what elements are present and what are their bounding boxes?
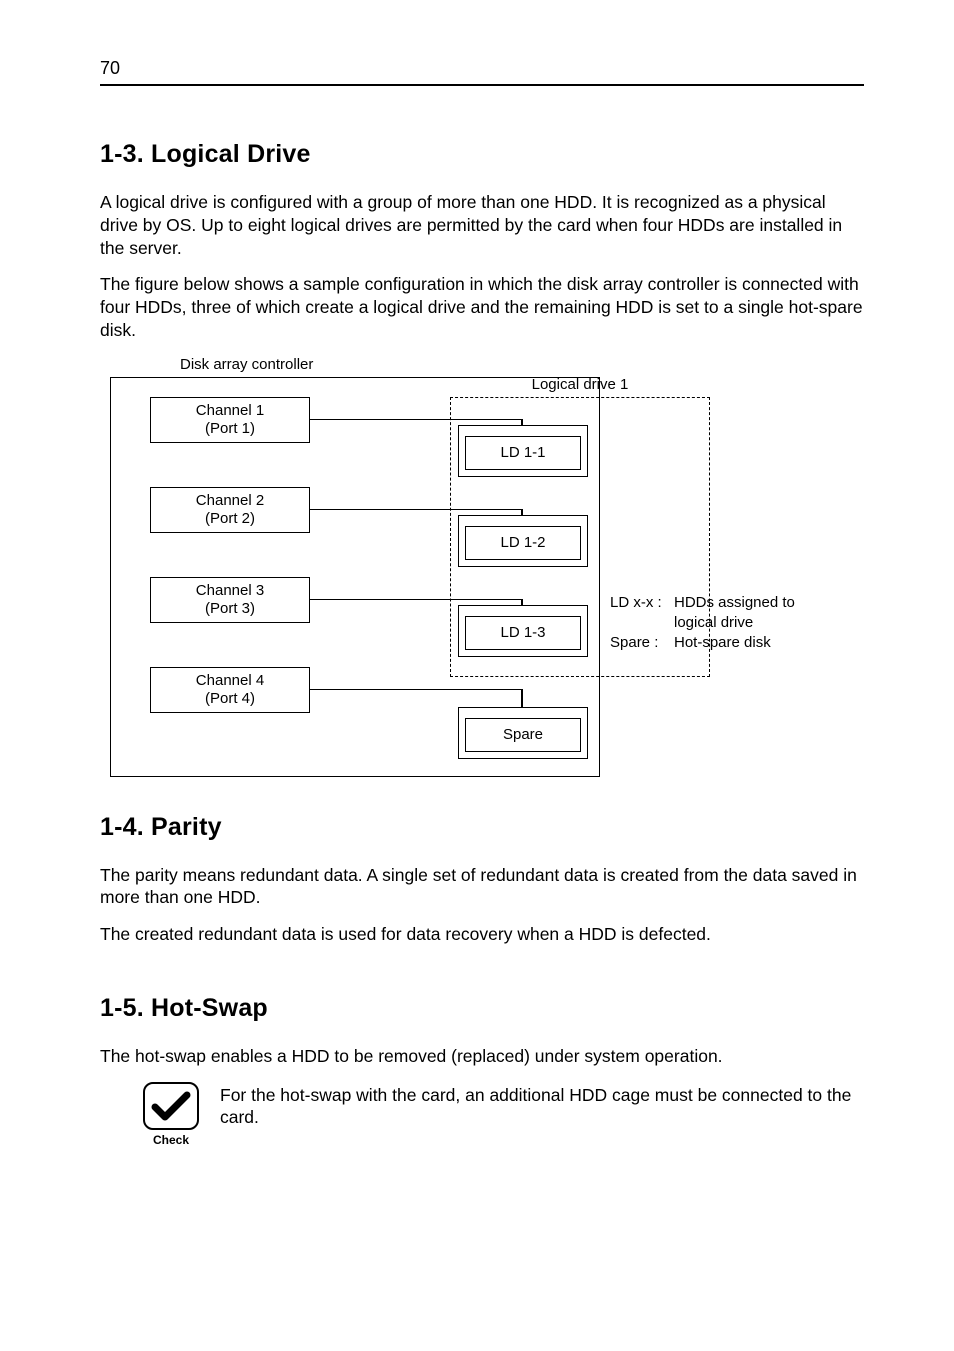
conn-ch2-h — [310, 509, 522, 511]
conn-ch4-v — [521, 689, 523, 708]
hdd-spare-label: Spare — [465, 718, 581, 752]
diagram-legend: LD x-x : HDDs assigned to logical drive … — [610, 593, 795, 654]
channel-1-l1: Channel 1 — [196, 402, 264, 420]
page-content: 1-3. Logical Drive A logical drive is co… — [100, 140, 864, 1147]
check-text: For the hot-swap with the card, an addit… — [220, 1082, 864, 1130]
channel-3-l2: (Port 3) — [205, 600, 255, 618]
channel-2-l1: Channel 2 — [196, 492, 264, 510]
channel-3-box: Channel 3 (Port 3) — [150, 577, 310, 623]
conn-ch1-h — [310, 419, 522, 421]
heading-parity: 1-4. Parity — [100, 813, 864, 842]
check-icon — [143, 1082, 199, 1130]
page-number: 70 — [100, 58, 120, 79]
legend-val-ld-1: HDDs assigned to — [674, 593, 795, 613]
legend-val-spare: Hot-spare disk — [674, 633, 771, 653]
para-parity-1: The parity means redundant data. A singl… — [100, 864, 864, 910]
para-parity-2: The created redundant data is used for d… — [100, 923, 864, 946]
channel-1-l2: (Port 1) — [205, 420, 255, 438]
top-rule — [100, 84, 864, 86]
hdd-ld-1-2: LD 1-2 — [458, 515, 588, 567]
checkmark-icon — [151, 1089, 191, 1123]
para-hotswap-1: The hot-swap enables a HDD to be removed… — [100, 1045, 864, 1068]
hdd-ld-1-2-label: LD 1-2 — [465, 526, 581, 560]
hdd-ld-1-3-label: LD 1-3 — [465, 616, 581, 650]
heading-hot-swap: 1-5. Hot-Swap — [100, 994, 864, 1023]
conn-ch3-h — [310, 599, 522, 601]
logical-drive-group-label: Logical drive 1 — [451, 376, 709, 393]
check-icon-wrap: Check — [140, 1082, 202, 1147]
check-callout: Check For the hot-swap with the card, an… — [140, 1082, 864, 1147]
legend-key-ld: LD x-x : — [610, 593, 674, 634]
check-label: Check — [140, 1133, 202, 1147]
hdd-ld-1-1-label: LD 1-1 — [465, 436, 581, 470]
legend-key-spare: Spare : — [610, 633, 674, 653]
channel-3-l1: Channel 3 — [196, 582, 264, 600]
hdd-ld-1-3: LD 1-3 — [458, 605, 588, 657]
channel-2-box: Channel 2 (Port 2) — [150, 487, 310, 533]
channel-4-box: Channel 4 (Port 4) — [150, 667, 310, 713]
conn-ch1-v — [521, 419, 523, 426]
diagram-wrap: Disk array controller Channel 1 (Port 1)… — [100, 356, 864, 777]
hdd-ld-1-1: LD 1-1 — [458, 425, 588, 477]
channel-2-l2: (Port 2) — [205, 510, 255, 528]
diagram: Channel 1 (Port 1) Channel 2 (Port 2) Ch… — [100, 377, 860, 777]
para-ld-2: The figure below shows a sample configur… — [100, 273, 864, 341]
channel-4-l1: Channel 4 — [196, 672, 264, 690]
legend-val-ld-2: logical drive — [674, 613, 795, 633]
hdd-spare: Spare — [458, 707, 588, 759]
para-ld-1: A logical drive is configured with a gro… — [100, 191, 864, 259]
diagram-caption: Disk array controller — [180, 356, 864, 373]
conn-ch3-v — [521, 599, 523, 606]
conn-ch4-h — [310, 689, 522, 691]
heading-logical-drive: 1-3. Logical Drive — [100, 140, 864, 169]
channel-1-box: Channel 1 (Port 1) — [150, 397, 310, 443]
conn-ch2-v — [521, 509, 523, 516]
channel-4-l2: (Port 4) — [205, 690, 255, 708]
